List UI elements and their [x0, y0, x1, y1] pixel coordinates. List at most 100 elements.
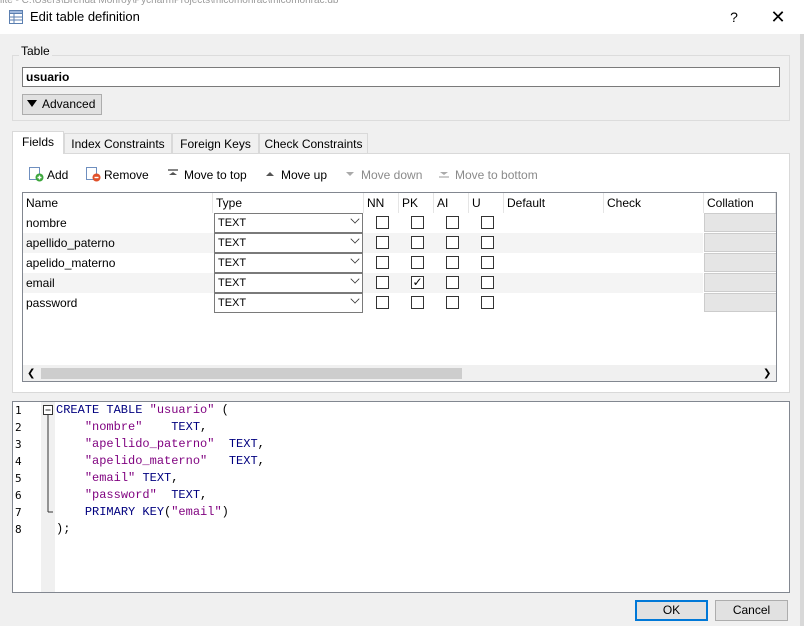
- field-type-value: TEXT: [218, 297, 247, 309]
- chevron-down-icon: [350, 254, 360, 264]
- field-type-combobox[interactable]: TEXT: [214, 273, 363, 293]
- move-to-bottom-label: Move to bottom: [455, 168, 538, 182]
- table-row[interactable]: nombre TEXT: [23, 213, 776, 233]
- ai-checkbox[interactable]: [446, 216, 459, 229]
- sql-punctuation: [214, 437, 228, 451]
- close-button[interactable]: ✕: [756, 0, 800, 34]
- pk-checkbox[interactable]: [411, 296, 424, 309]
- field-name-cell[interactable]: password: [26, 293, 77, 310]
- field-name-cell[interactable]: apelido_materno: [26, 253, 115, 270]
- scroll-right-icon[interactable]: ❯: [763, 368, 771, 379]
- field-type-value: TEXT: [218, 217, 247, 229]
- nn-checkbox[interactable]: [376, 296, 389, 309]
- collation-cell[interactable]: [704, 233, 776, 252]
- collation-cell[interactable]: [704, 213, 776, 232]
- table-groupbox: [12, 55, 790, 121]
- tab-fields[interactable]: Fields: [12, 131, 64, 154]
- u-checkbox[interactable]: [481, 276, 494, 289]
- collation-cell[interactable]: [704, 253, 776, 272]
- sql-punctuation: ,: [257, 454, 265, 468]
- sql-punctuation: ): [221, 505, 229, 519]
- help-button[interactable]: ?: [712, 0, 756, 34]
- sql-string: "email": [84, 471, 136, 485]
- nn-checkbox[interactable]: [376, 276, 389, 289]
- table-row[interactable]: email TEXT ✓: [23, 273, 776, 293]
- table-row[interactable]: apelido_materno TEXT: [23, 253, 776, 273]
- add-field-label: Add: [47, 168, 69, 182]
- ai-checkbox[interactable]: [446, 236, 459, 249]
- nn-checkbox[interactable]: [376, 256, 389, 269]
- field-type-combobox[interactable]: TEXT: [214, 233, 363, 253]
- sql-string: "password": [84, 488, 157, 502]
- pk-checkbox[interactable]: ✓: [411, 276, 424, 289]
- nn-checkbox[interactable]: [376, 236, 389, 249]
- line-number: 3: [15, 438, 22, 451]
- table-group-label: Table: [19, 44, 52, 58]
- u-checkbox[interactable]: [481, 236, 494, 249]
- collation-cell[interactable]: [704, 273, 776, 292]
- sql-preview-editor[interactable]: 1 2 3 4 5 6 7 8 CREATE TABLE "usuario" ( "nombre…: [12, 401, 790, 593]
- column-header-nn[interactable]: NN: [364, 193, 399, 213]
- move-to-bottom-button[interactable]: Move to bottom: [436, 166, 538, 184]
- column-header-collation[interactable]: Collation: [704, 193, 776, 213]
- field-name-cell[interactable]: nombre: [26, 213, 67, 230]
- sql-keyword: TEXT: [171, 488, 201, 502]
- move-to-top-button[interactable]: Move to top: [165, 166, 247, 184]
- ai-checkbox[interactable]: [446, 276, 459, 289]
- ok-button[interactable]: OK: [635, 600, 708, 621]
- u-checkbox[interactable]: [481, 296, 494, 309]
- column-header-default[interactable]: Default: [504, 193, 604, 213]
- code-line: "password" TEXT,: [56, 487, 207, 504]
- ai-checkbox[interactable]: [446, 296, 459, 309]
- pk-checkbox[interactable]: [411, 216, 424, 229]
- column-header-name[interactable]: Name: [23, 193, 213, 213]
- column-header-u[interactable]: U: [469, 193, 504, 213]
- pk-checkbox[interactable]: [411, 236, 424, 249]
- column-header-check[interactable]: Check: [604, 193, 704, 213]
- move-down-button[interactable]: Move down: [342, 166, 422, 184]
- column-header-type[interactable]: Type: [213, 193, 364, 213]
- table-name-input[interactable]: usuario: [22, 67, 780, 87]
- sql-punctuation: [56, 437, 85, 451]
- field-name-cell[interactable]: email: [26, 273, 55, 290]
- nn-checkbox[interactable]: [376, 216, 389, 229]
- move-to-bottom-icon: [439, 172, 449, 178]
- pk-checkbox[interactable]: [411, 256, 424, 269]
- column-header-pk[interactable]: PK: [399, 193, 434, 213]
- tab-foreign-keys[interactable]: Foreign Keys: [172, 133, 259, 153]
- sql-string: "nombre": [84, 420, 143, 434]
- u-checkbox[interactable]: [481, 256, 494, 269]
- fold-collapse-icon[interactable]: [43, 405, 53, 575]
- column-header-ai[interactable]: AI: [434, 193, 469, 213]
- u-checkbox[interactable]: [481, 216, 494, 229]
- remove-field-button[interactable]: Remove: [85, 166, 149, 184]
- remove-field-label: Remove: [104, 168, 149, 182]
- title-bar: lite - C:\Users\Brenda Monroy\PycharmPro…: [0, 0, 804, 34]
- cancel-button[interactable]: Cancel: [715, 600, 788, 621]
- table-row[interactable]: password TEXT: [23, 293, 776, 313]
- sql-punctuation: ,: [171, 471, 179, 485]
- advanced-button[interactable]: Advanced: [22, 94, 102, 115]
- field-type-combobox[interactable]: TEXT: [214, 213, 363, 233]
- tab-check-constraints[interactable]: Check Constraints: [259, 133, 368, 153]
- tab-index-constraints[interactable]: Index Constraints: [64, 133, 172, 153]
- field-type-combobox[interactable]: TEXT: [214, 293, 363, 313]
- scrollbar-thumb[interactable]: [41, 368, 462, 379]
- ai-checkbox[interactable]: [446, 256, 459, 269]
- sql-keyword: PRIMARY KEY: [84, 505, 165, 519]
- table-row[interactable]: apellido_paterno TEXT: [23, 233, 776, 253]
- collation-cell[interactable]: [704, 293, 776, 312]
- add-field-button[interactable]: Add: [28, 166, 68, 184]
- chevron-down-icon: [350, 214, 360, 224]
- sql-punctuation: ,: [200, 420, 208, 434]
- sql-keyword: TEXT: [228, 454, 258, 468]
- field-type-combobox[interactable]: TEXT: [214, 253, 363, 273]
- line-number: 4: [15, 455, 22, 468]
- scroll-left-icon[interactable]: ❮: [27, 368, 35, 379]
- add-icon: [29, 167, 44, 182]
- horizontal-scrollbar[interactable]: ❮ ❯: [23, 365, 776, 381]
- field-name-cell[interactable]: apellido_paterno: [26, 233, 115, 250]
- move-up-button[interactable]: Move up: [262, 166, 327, 184]
- line-number: 5: [15, 472, 22, 485]
- field-type-value: TEXT: [218, 257, 247, 269]
